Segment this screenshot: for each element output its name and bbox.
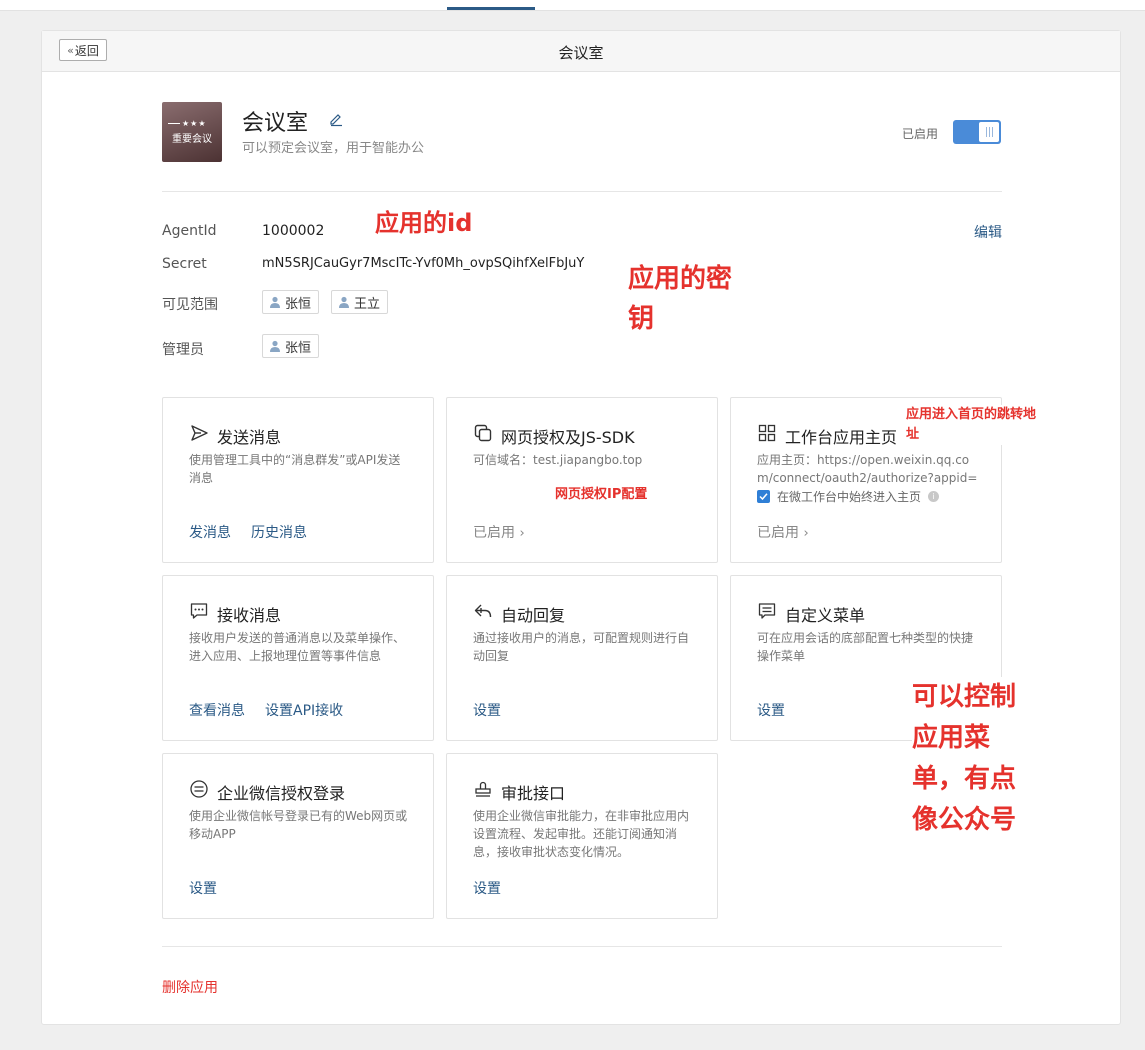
agentid-value: 1000002 xyxy=(262,223,325,239)
card-title: 自动回复 xyxy=(501,606,566,625)
login-icon xyxy=(190,780,208,798)
user-tag-name: 王立 xyxy=(354,296,381,312)
toggle-knob xyxy=(979,122,999,142)
footer-divider xyxy=(162,946,1002,947)
card-auto-reply: 自动回复 通过接收用户的消息，可配置规则进行自动回复 设置 xyxy=(446,575,718,741)
history-message-link[interactable]: 历史消息 xyxy=(251,522,307,542)
send-icon xyxy=(191,425,208,441)
reply-icon xyxy=(474,604,492,618)
card-send-message: 发送消息 使用管理工具中的“消息群发”或API发送消息 发消息 历史消息 xyxy=(162,397,434,563)
admin-user-tag: 张恒 xyxy=(262,334,320,358)
user-icon xyxy=(270,340,280,352)
always-home-checkbox[interactable] xyxy=(757,490,770,503)
annotation-web-auth-ip: 网页授权IP配置 xyxy=(555,483,648,502)
app-detail-panel: « 返回 会议室 ★★★ 重要会议 会议室 可以预定会议室，用于智能办公 已启用… xyxy=(41,30,1121,1025)
annotation-home-jump: 应用进入首页的跳转地 址 xyxy=(906,405,1037,445)
annotation-app-secret: 应用的密 钥 xyxy=(628,259,733,339)
approval-settings-link[interactable]: 设置 xyxy=(473,878,501,898)
card-approval-api: 审批接口 使用企业微信审批能力，在非审批应用内设置流程、发起审批。还能订阅通知消… xyxy=(446,753,718,919)
workbench-always-home-option: 在微工作台中始终进入主页 i xyxy=(757,488,940,505)
app-name: 会议室 xyxy=(242,111,309,136)
edit-pencil-icon[interactable] xyxy=(328,111,344,127)
chevron-right-icon: › xyxy=(803,526,809,541)
visible-user-tag: 王立 xyxy=(331,290,389,314)
delete-app-link[interactable]: 删除应用 xyxy=(162,977,218,997)
card-receive-message: 接收消息 接收用户发送的普通消息以及菜单操作、进入应用、上报地理位置等事件信息 … xyxy=(162,575,434,741)
logo-stars: ★★★ xyxy=(182,119,207,128)
page-title: 会议室 xyxy=(558,44,604,62)
info-icon[interactable]: i xyxy=(928,491,940,502)
card-title: 自定义菜单 xyxy=(785,606,866,625)
card-title: 审批接口 xyxy=(501,784,566,803)
chat-bubble-icon xyxy=(190,603,208,619)
card-title: 工作台应用主页 xyxy=(785,428,898,447)
enabled-status-label: 已启用 xyxy=(902,127,939,141)
secret-value: mN5SRJCauGyr7MscITc-Yvf0Mh_ovpSQihfXelFb… xyxy=(262,256,585,271)
auto-reply-settings-link[interactable]: 设置 xyxy=(473,700,501,720)
visible-user-tag: 张恒 xyxy=(262,290,320,314)
app-logo: ★★★ 重要会议 xyxy=(162,102,222,162)
user-tag-name: 张恒 xyxy=(285,296,312,312)
agentid-label: AgentId xyxy=(162,223,217,239)
send-message-link[interactable]: 发消息 xyxy=(189,522,231,542)
card-description: 使用管理工具中的“消息群发”或API发送消息 xyxy=(189,453,401,485)
app-description: 可以预定会议室，用于智能办公 xyxy=(242,141,425,156)
web-auth-icon xyxy=(474,424,492,442)
card-wework-login: 企业微信授权登录 使用企业微信帐号登录已有的Web网页或移动APP 设置 xyxy=(162,753,434,919)
card-description: 使用企业微信帐号登录已有的Web网页或移动APP xyxy=(189,809,408,841)
checkbox-label: 在微工作台中始终进入主页 xyxy=(777,490,922,504)
set-api-receive-link[interactable]: 设置API接收 xyxy=(265,700,343,720)
web-auth-status-link[interactable]: 已启用 › xyxy=(473,522,525,542)
card-description: 使用企业微信审批能力，在非审批应用内设置流程、发起审批。还能订阅通知消息，接收审… xyxy=(473,809,690,859)
edit-details-link[interactable]: 编辑 xyxy=(974,222,1002,242)
secret-label: Secret xyxy=(162,256,207,272)
section-divider xyxy=(162,191,1002,192)
panel-header: « 返回 会议室 xyxy=(42,31,1120,72)
card-description: 可信域名：test.jiapangbo.top xyxy=(473,453,643,467)
card-title: 企业微信授权登录 xyxy=(217,784,346,803)
card-title: 网页授权及JS-SDK xyxy=(501,428,635,447)
check-icon xyxy=(759,493,768,501)
admin-label: 管理员 xyxy=(162,342,204,358)
annotation-custom-menu: 可以控制 应用菜 单，有点 像公众号 xyxy=(912,677,1017,841)
workbench-status-link[interactable]: 已启用 › xyxy=(757,522,809,542)
card-description: 通过接收用户的消息，可配置规则进行自动回复 xyxy=(473,631,690,663)
card-description: 接收用户发送的普通消息以及菜单操作、进入应用、上报地理位置等事件信息 xyxy=(189,631,406,663)
user-icon xyxy=(339,296,349,308)
menu-icon xyxy=(758,603,776,619)
annotation-app-id: 应用的id xyxy=(375,203,473,238)
visible-range-label: 可见范围 xyxy=(162,297,218,313)
view-messages-link[interactable]: 查看消息 xyxy=(189,700,245,720)
card-title: 发送消息 xyxy=(217,428,282,447)
workbench-home-url: 应用主页：https://open.weixin.qq.com/connect/… xyxy=(757,453,978,485)
login-settings-link[interactable]: 设置 xyxy=(189,878,217,898)
active-tab-indicator xyxy=(447,7,535,10)
chevron-right-icon: › xyxy=(519,526,525,541)
card-description: 可在应用会话的底部配置七种类型的快捷操作菜单 xyxy=(757,631,974,663)
stamp-icon xyxy=(475,781,491,797)
top-nav-bar xyxy=(0,0,1145,11)
user-icon xyxy=(270,296,280,308)
grid-apps-icon xyxy=(758,424,776,442)
logo-text: 重要会议 xyxy=(172,134,212,145)
card-title: 接收消息 xyxy=(217,606,282,625)
user-tag-name: 张恒 xyxy=(285,340,312,356)
card-web-auth: 网页授权及JS-SDK 可信域名：test.jiapangbo.top 已启用 … xyxy=(446,397,718,563)
custom-menu-settings-link[interactable]: 设置 xyxy=(757,700,785,720)
enable-toggle[interactable] xyxy=(953,120,1001,144)
